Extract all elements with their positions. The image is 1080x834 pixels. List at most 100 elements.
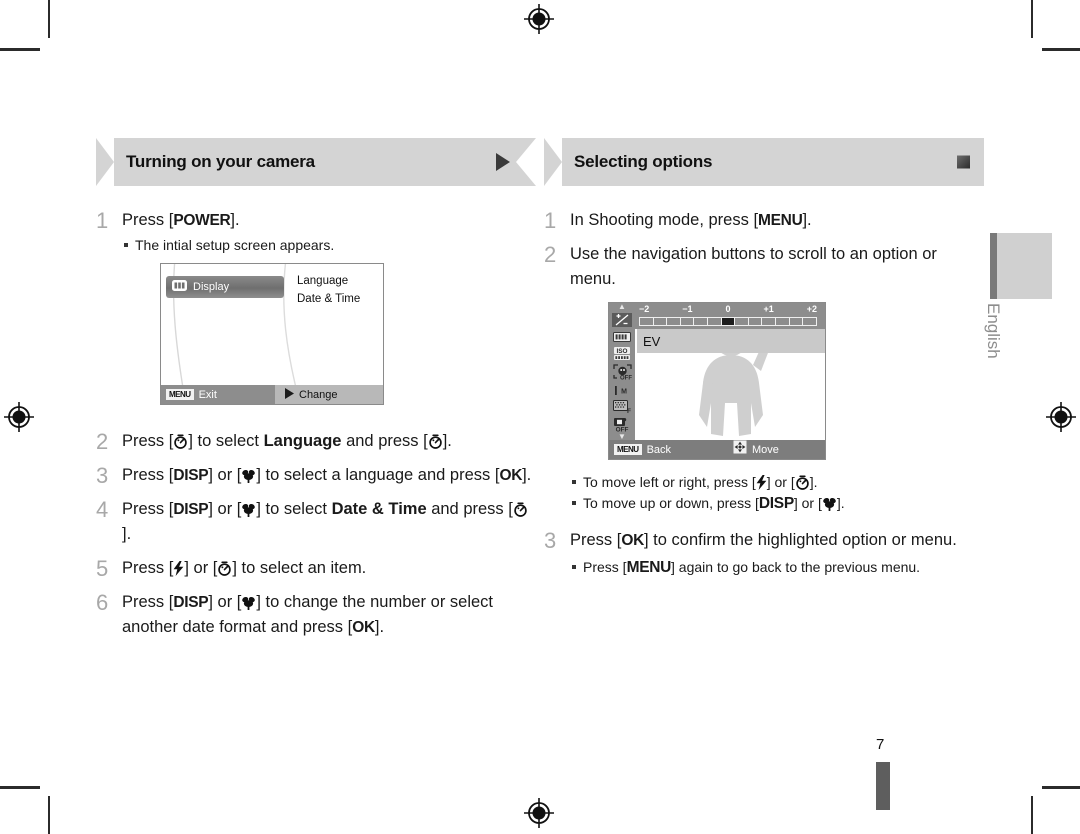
ev-tick xyxy=(708,318,722,325)
lcd-ev-ruler[interactable] xyxy=(639,317,817,326)
step-text: Press [DISP] or [] to select Date & Time… xyxy=(122,497,536,547)
ev-tick xyxy=(654,318,668,325)
macro-flower-icon xyxy=(241,503,256,517)
macro-flower-icon xyxy=(241,469,256,483)
camera-key-menu: MENU xyxy=(758,212,803,229)
self-timer-icon xyxy=(428,434,443,449)
registration-mark-left xyxy=(4,402,34,432)
chevron-down-icon[interactable]: ▼ xyxy=(618,433,626,441)
voice-memo-off-icon[interactable]: OFF xyxy=(612,417,632,432)
iso-icon[interactable]: ISO xyxy=(612,347,632,361)
crop-mark-bottom-right-horizontal xyxy=(1042,786,1080,789)
svg-text:M: M xyxy=(621,388,627,395)
lcd-menu-item-date-time: Date & Time xyxy=(297,293,361,305)
left-column: Turning on your camera 1 Press [POWER]. … xyxy=(96,138,536,649)
step-number: 1 xyxy=(96,208,109,233)
step-3: 3 Press [DISP] or [] to select a languag… xyxy=(96,463,536,488)
bullet-item: The intial setup screen appears. xyxy=(122,235,536,255)
macro-flower-icon xyxy=(241,596,256,610)
crop-mark-bottom-left-vertical xyxy=(48,796,50,834)
camera-key-ok: OK xyxy=(499,467,523,484)
crop-mark-bottom-right-vertical xyxy=(1031,796,1033,834)
camera-key-ok: OK xyxy=(352,619,375,636)
crop-mark-top-left-vertical xyxy=(48,0,50,38)
step-number: 4 xyxy=(96,497,109,522)
ev-tick xyxy=(762,318,777,325)
lcd-bottom-bar: MENU Exit Change xyxy=(161,385,383,404)
lcd-change-label: Change xyxy=(299,388,338,401)
ev-tick xyxy=(681,318,695,325)
focus-area-icon[interactable]: M xyxy=(612,383,632,397)
triangle-right-icon xyxy=(285,386,294,404)
lcd-change-action: Change xyxy=(275,385,383,404)
svg-text:OFF: OFF xyxy=(620,376,632,381)
bullet-item: To move left or right, press [] or []. xyxy=(570,472,984,493)
self-timer-icon xyxy=(173,434,188,449)
ev-tick-selected xyxy=(721,318,736,325)
section-title: Selecting options xyxy=(574,152,713,171)
language-tab-bar xyxy=(990,233,997,299)
ev-tick xyxy=(790,318,804,325)
step-text: Use the navigation buttons to scroll to … xyxy=(570,245,937,288)
emphasised-term: Date & Time xyxy=(331,500,427,518)
step-1: 1 In Shooting mode, press [MENU]. xyxy=(544,208,984,233)
square-mark-icon xyxy=(957,155,970,169)
camera-key-disp: DISP xyxy=(173,467,209,484)
ev-tick xyxy=(640,318,654,325)
lcd-exit-action: MENU Exit xyxy=(161,389,217,401)
lcd-ev-row-label: EV xyxy=(643,333,661,349)
language-tab-label: English xyxy=(984,303,1003,359)
lcd-back-label: Back xyxy=(646,443,672,456)
step-number: 3 xyxy=(544,528,557,553)
section-banner-turning-on: Turning on your camera xyxy=(96,138,536,186)
camera-key-menu: MENU xyxy=(626,559,672,576)
self-timer-icon xyxy=(795,475,810,490)
white-balance-icon[interactable] xyxy=(612,330,632,344)
step-bullets: Press [MENU] again to go back to the pre… xyxy=(570,557,984,578)
camera-key-disp: DISP xyxy=(758,495,794,512)
image-quality-icon[interactable]: F xyxy=(612,400,632,414)
flash-icon xyxy=(756,475,767,490)
step-number: 3 xyxy=(96,463,109,488)
right-steps-list: 1 In Shooting mode, press [MENU]. 2 Use … xyxy=(544,208,984,578)
lcd-menu-tab-display: Display xyxy=(166,276,284,298)
menu-button-chip: MENU xyxy=(614,444,642,455)
step-text: Press [] or [] to select an item. xyxy=(122,559,367,577)
crop-mark-bottom-left-horizontal xyxy=(0,786,40,789)
self-timer-icon xyxy=(513,502,528,517)
step-text: In Shooting mode, press [MENU]. xyxy=(570,211,812,229)
step-1: 1 Press [POWER]. The intial setup screen… xyxy=(96,208,536,405)
step-2: 2 Use the navigation buttons to scroll t… xyxy=(544,242,984,514)
emphasised-term: Language xyxy=(263,432,342,450)
lcd-bottom-bar: MENU Back Move xyxy=(609,440,825,459)
step-number: 1 xyxy=(544,208,557,233)
ev-tick xyxy=(776,318,790,325)
step-3: 3 Press [OK] to confirm the highlighted … xyxy=(544,528,984,578)
step-text: Press [DISP] or [] to select a language … xyxy=(122,466,532,484)
ev-tick xyxy=(749,318,763,325)
step-5: 5 Press [] or [] to select an item. xyxy=(96,556,536,581)
chevron-up-icon[interactable]: ▲ xyxy=(618,303,626,311)
triangle-right-icon xyxy=(496,153,510,171)
language-tab-block xyxy=(990,233,1052,299)
exposure-value-icon[interactable] xyxy=(612,313,632,327)
camera-key-power: POWER xyxy=(173,212,231,229)
step-text: Press [POWER]. xyxy=(122,211,240,229)
right-column: Selecting options 1 In Shooting mode, pr… xyxy=(544,138,984,587)
lcd-ev-row: EV xyxy=(637,329,825,353)
macro-flower-icon xyxy=(822,497,837,511)
registration-mark-right xyxy=(1046,402,1076,432)
step-text: Press [OK] to confirm the highlighted op… xyxy=(570,531,957,549)
section-banner-selecting-options: Selecting options xyxy=(544,138,984,186)
ev-label: −1 xyxy=(682,304,693,314)
svg-text:ISO: ISO xyxy=(616,348,627,355)
face-detection-off-icon[interactable]: OFF xyxy=(612,364,632,380)
bullet-item: To move up or down, press [DISP] or []. xyxy=(570,493,984,514)
self-timer-icon xyxy=(217,561,232,576)
step-number: 2 xyxy=(544,242,557,267)
step-6: 6 Press [DISP] or [] to change the numbe… xyxy=(96,590,536,640)
ev-label: +1 xyxy=(763,304,774,314)
lcd-menu-item-language: Language xyxy=(297,275,349,287)
lcd-move-label: Move xyxy=(752,443,779,456)
svg-text:F: F xyxy=(626,408,630,414)
